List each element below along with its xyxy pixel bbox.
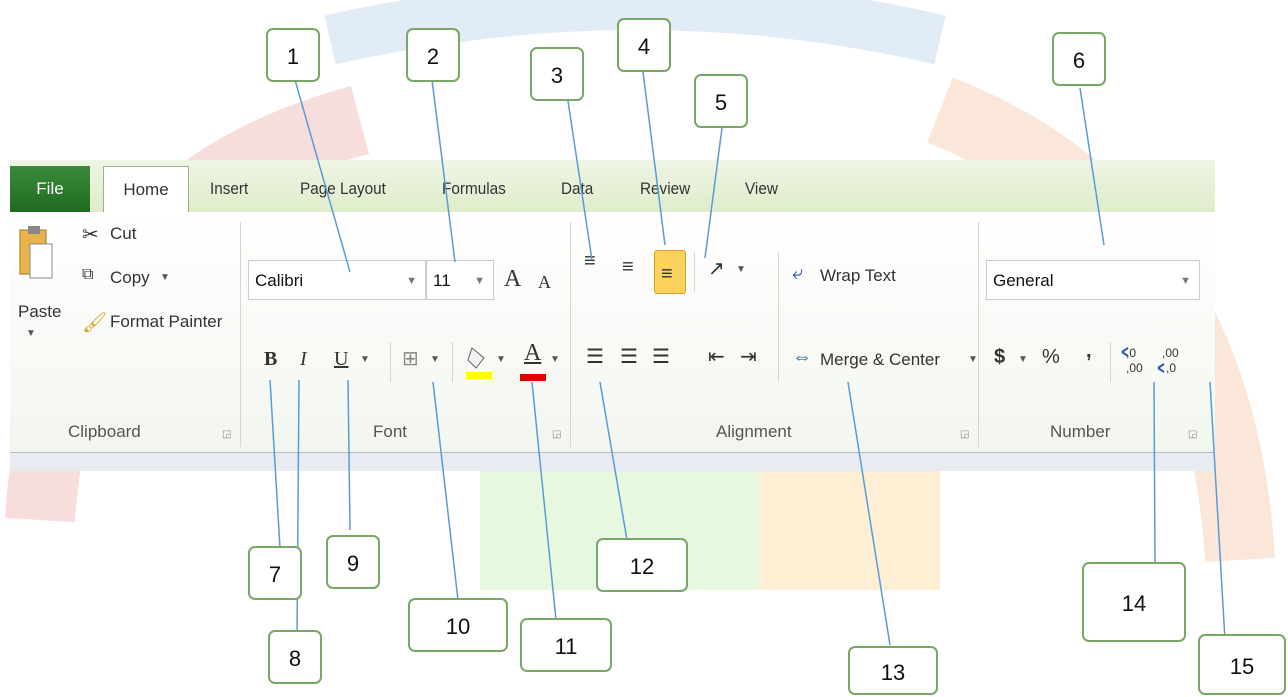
callout-2: 2 [406, 28, 460, 82]
callout-7: 7 [248, 546, 302, 600]
callout-4: 4 [617, 18, 671, 72]
pointer-2 [431, 79, 456, 263]
pointer-1 [294, 79, 351, 273]
callout-11: 11 [520, 618, 612, 672]
pointer-15 [1209, 381, 1226, 641]
pointer-7 [269, 379, 281, 549]
pointer-4 [642, 71, 666, 246]
callout-12: 12 [596, 538, 688, 592]
pointer-12 [599, 381, 628, 541]
pointer-5 [704, 127, 723, 259]
pointer-8 [296, 379, 300, 641]
callout-10: 10 [408, 598, 508, 652]
callout-5: 5 [694, 74, 748, 128]
callout-1: 1 [266, 28, 320, 82]
pointer-6 [1079, 87, 1105, 246]
pointer-9 [347, 379, 351, 531]
pointer-13 [847, 381, 891, 646]
callout-6: 6 [1052, 32, 1106, 86]
callout-14: 14 [1082, 562, 1186, 642]
pointer-10 [432, 381, 459, 601]
callout-8: 8 [268, 630, 322, 684]
callout-3: 3 [530, 47, 584, 101]
pointer-3 [567, 100, 593, 261]
callout-9: 9 [326, 535, 380, 589]
callout-13: 13 [848, 646, 938, 695]
pointer-11 [531, 381, 557, 621]
callout-15: 15 [1198, 634, 1286, 695]
pointer-14 [1153, 381, 1156, 563]
